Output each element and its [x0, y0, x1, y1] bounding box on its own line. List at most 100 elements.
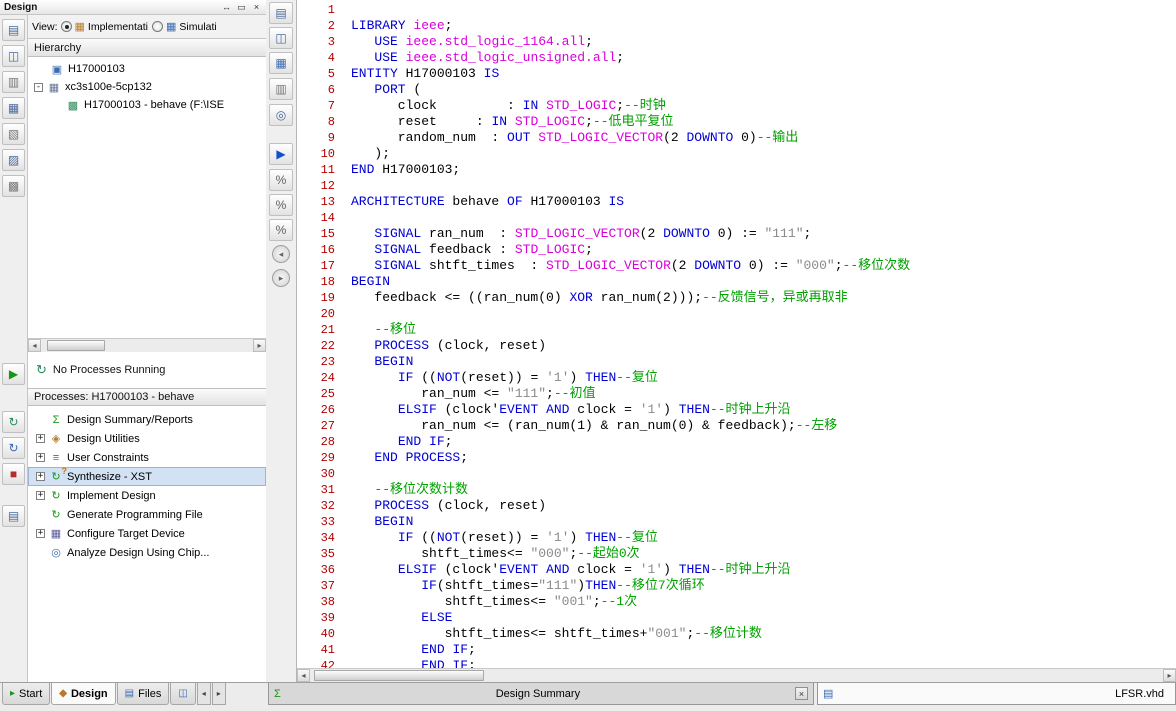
files-view-icon[interactable]: ◫ — [2, 45, 25, 67]
rerun-icon[interactable]: ↻ — [2, 411, 25, 433]
window-tab-design-summary[interactable]: ΣDesign Summary× — [268, 683, 814, 705]
view-option-simulati[interactable]: ▦Simulati — [152, 20, 217, 33]
search-icon[interactable]: ◎ — [269, 104, 293, 126]
tree-expand-icon[interactable]: + — [36, 529, 45, 538]
window-tab-bar: ΣDesign Summary×▤LFSR.vhd — [268, 683, 1176, 705]
close-icon[interactable]: × — [251, 2, 262, 13]
process-item[interactable]: ΣDesign Summary/Reports — [28, 410, 266, 429]
code-editor[interactable]: 12LIBRARY ieee;3 USE ieee.std_logic_1164… — [297, 0, 1176, 682]
code-text: random_num : OUT STD_LOGIC_VECTOR(2 DOWN… — [349, 130, 798, 146]
scroll-thumb[interactable] — [47, 340, 105, 351]
hierarchy-header-label: Hierarchy — [34, 42, 81, 54]
tree-expand-icon[interactable]: + — [36, 472, 45, 481]
radio-selected[interactable] — [61, 21, 72, 32]
hierarchy-scrollbar[interactable]: ◂ ▸ — [28, 338, 266, 352]
hierarchy-item[interactable]: ▣H17000103 — [28, 60, 266, 78]
code-text — [349, 306, 351, 322]
scroll-left-icon[interactable]: ◂ — [28, 339, 41, 352]
window-tab-lfsr-vhd[interactable]: ▤LFSR.vhd — [817, 683, 1176, 705]
bookmark-icon[interactable]: ▶ — [269, 143, 293, 165]
view-option-label: Simulati — [179, 21, 216, 33]
reports-view-icon[interactable]: ▨ — [2, 149, 25, 171]
hierarchy-header: Hierarchy — [28, 39, 266, 57]
code-text: shtft_times<= "001";--1次 — [349, 594, 637, 610]
design-view-icon[interactable]: ▧ — [2, 123, 25, 145]
panel-tab-design[interactable]: ◆Design — [51, 683, 115, 705]
close-icon[interactable]: × — [795, 687, 808, 700]
panel-tab-more[interactable]: ◫ — [170, 683, 195, 705]
code-line: 40 shtft_times<= shtft_times+"001";--移位计… — [297, 626, 1176, 642]
code-text: BEGIN — [349, 514, 413, 530]
line-number: 1 — [297, 2, 349, 18]
comment-selection-icon[interactable]: % — [269, 194, 293, 216]
new-window-icon[interactable]: ▤ — [269, 2, 293, 24]
stop-process-icon[interactable]: ■ — [2, 463, 25, 485]
maximize-icon[interactable]: ▭ — [236, 2, 247, 13]
process-item[interactable]: ↻Generate Programming File — [28, 505, 266, 524]
scroll-left-icon[interactable]: ◂ — [297, 669, 310, 682]
code-text: ENTITY H17000103 IS — [349, 66, 499, 82]
tree-collapse-icon[interactable]: - — [34, 83, 43, 92]
code-line: 4 USE ieee.std_logic_unsigned.all; — [297, 50, 1176, 66]
report-view-icon[interactable]: ▤ — [2, 505, 25, 527]
implementation-icon: ▦ — [75, 20, 85, 33]
code-line: 31 --移位次数计数 — [297, 482, 1176, 498]
undock-icon[interactable]: ↔ — [221, 2, 232, 13]
process-item[interactable]: ◎Analyze Design Using Chip... — [28, 543, 266, 562]
toggle-comment-icon[interactable]: % — [269, 169, 293, 191]
code-text: BEGIN — [349, 354, 413, 370]
uncomment-selection-icon[interactable]: % — [269, 219, 293, 241]
code-line: 8 reset : IN STD_LOGIC;--低电平复位 — [297, 114, 1176, 130]
libraries-view-icon[interactable]: ▦ — [2, 97, 25, 119]
nav-forward-icon[interactable]: ▸ — [272, 269, 290, 287]
rerun-all-icon[interactable]: ↻ — [2, 437, 25, 459]
code-line: 24 IF ((NOT(reset)) = '1') THEN--复位 — [297, 370, 1176, 386]
implement-design-icon: ↻ — [49, 489, 63, 502]
line-number: 22 — [297, 338, 349, 354]
nav-back-icon[interactable]: ◂ — [272, 245, 290, 263]
start-tab-icon: ▸ — [10, 688, 15, 699]
panel-tab-start[interactable]: ▸Start — [2, 683, 50, 705]
print-icon[interactable]: ▥ — [269, 78, 293, 100]
process-item[interactable]: +↻Implement Design — [28, 486, 266, 505]
tab-scroll-right-icon[interactable]: ▸ — [212, 683, 226, 705]
view-option-implementati[interactable]: ▦Implementati — [61, 20, 149, 33]
scroll-thumb[interactable] — [314, 670, 484, 681]
process-item[interactable]: +≡User Constraints — [28, 448, 266, 467]
line-number: 12 — [297, 178, 349, 194]
panel-tab-files[interactable]: ▤Files — [117, 683, 170, 705]
tab-scroll-left-icon[interactable]: ◂ — [197, 683, 211, 705]
code-text: IF(shtft_times="111")THEN--移位7次循环 — [349, 578, 705, 594]
line-number: 5 — [297, 66, 349, 82]
line-number: 23 — [297, 354, 349, 370]
hierarchy-item[interactable]: ▩H17000103 - behave (F:\ISE — [28, 96, 266, 114]
line-number: 34 — [297, 530, 349, 546]
snapshots-view-icon[interactable]: ▥ — [2, 71, 25, 93]
scroll-right-icon[interactable]: ▸ — [1163, 669, 1176, 682]
design-utilities-icon: ◈ — [49, 432, 63, 445]
scroll-right-icon[interactable]: ▸ — [253, 339, 266, 352]
code-line: 33 BEGIN — [297, 514, 1176, 530]
line-number: 16 — [297, 242, 349, 258]
process-item[interactable]: +◈Design Utilities — [28, 429, 266, 448]
radio-unselected[interactable] — [152, 21, 163, 32]
line-number: 7 — [297, 98, 349, 114]
processes-header: Processes: H17000103 - behave — [28, 388, 266, 406]
sources-view-icon[interactable]: ▤ — [2, 19, 25, 41]
tree-expand-icon[interactable]: + — [36, 453, 45, 462]
editor-scrollbar[interactable]: ◂ ▸ — [297, 668, 1176, 682]
code-text: --移位次数计数 — [349, 482, 468, 498]
hierarchy-item[interactable]: -▦xc3s100e-5cp132 — [28, 78, 266, 96]
design-panel-title: Design — [4, 2, 37, 13]
process-item[interactable]: +▦Configure Target Device — [28, 524, 266, 543]
run-icon[interactable]: ▶ — [2, 363, 25, 385]
process-item[interactable]: +↻?Synthesize - XST — [28, 467, 266, 486]
code-line: 35 shtft_times<= "000";--起始0次 — [297, 546, 1176, 562]
code-line: 12 — [297, 178, 1176, 194]
tree-expand-icon[interactable]: + — [36, 434, 45, 443]
tile-windows-icon[interactable]: ◫ — [269, 27, 293, 49]
tree-expand-icon[interactable]: + — [36, 491, 45, 500]
save-icon[interactable]: ▦ — [269, 52, 293, 74]
code-line: 34 IF ((NOT(reset)) = '1') THEN--复位 — [297, 530, 1176, 546]
console-view-icon[interactable]: ▩ — [2, 175, 25, 197]
